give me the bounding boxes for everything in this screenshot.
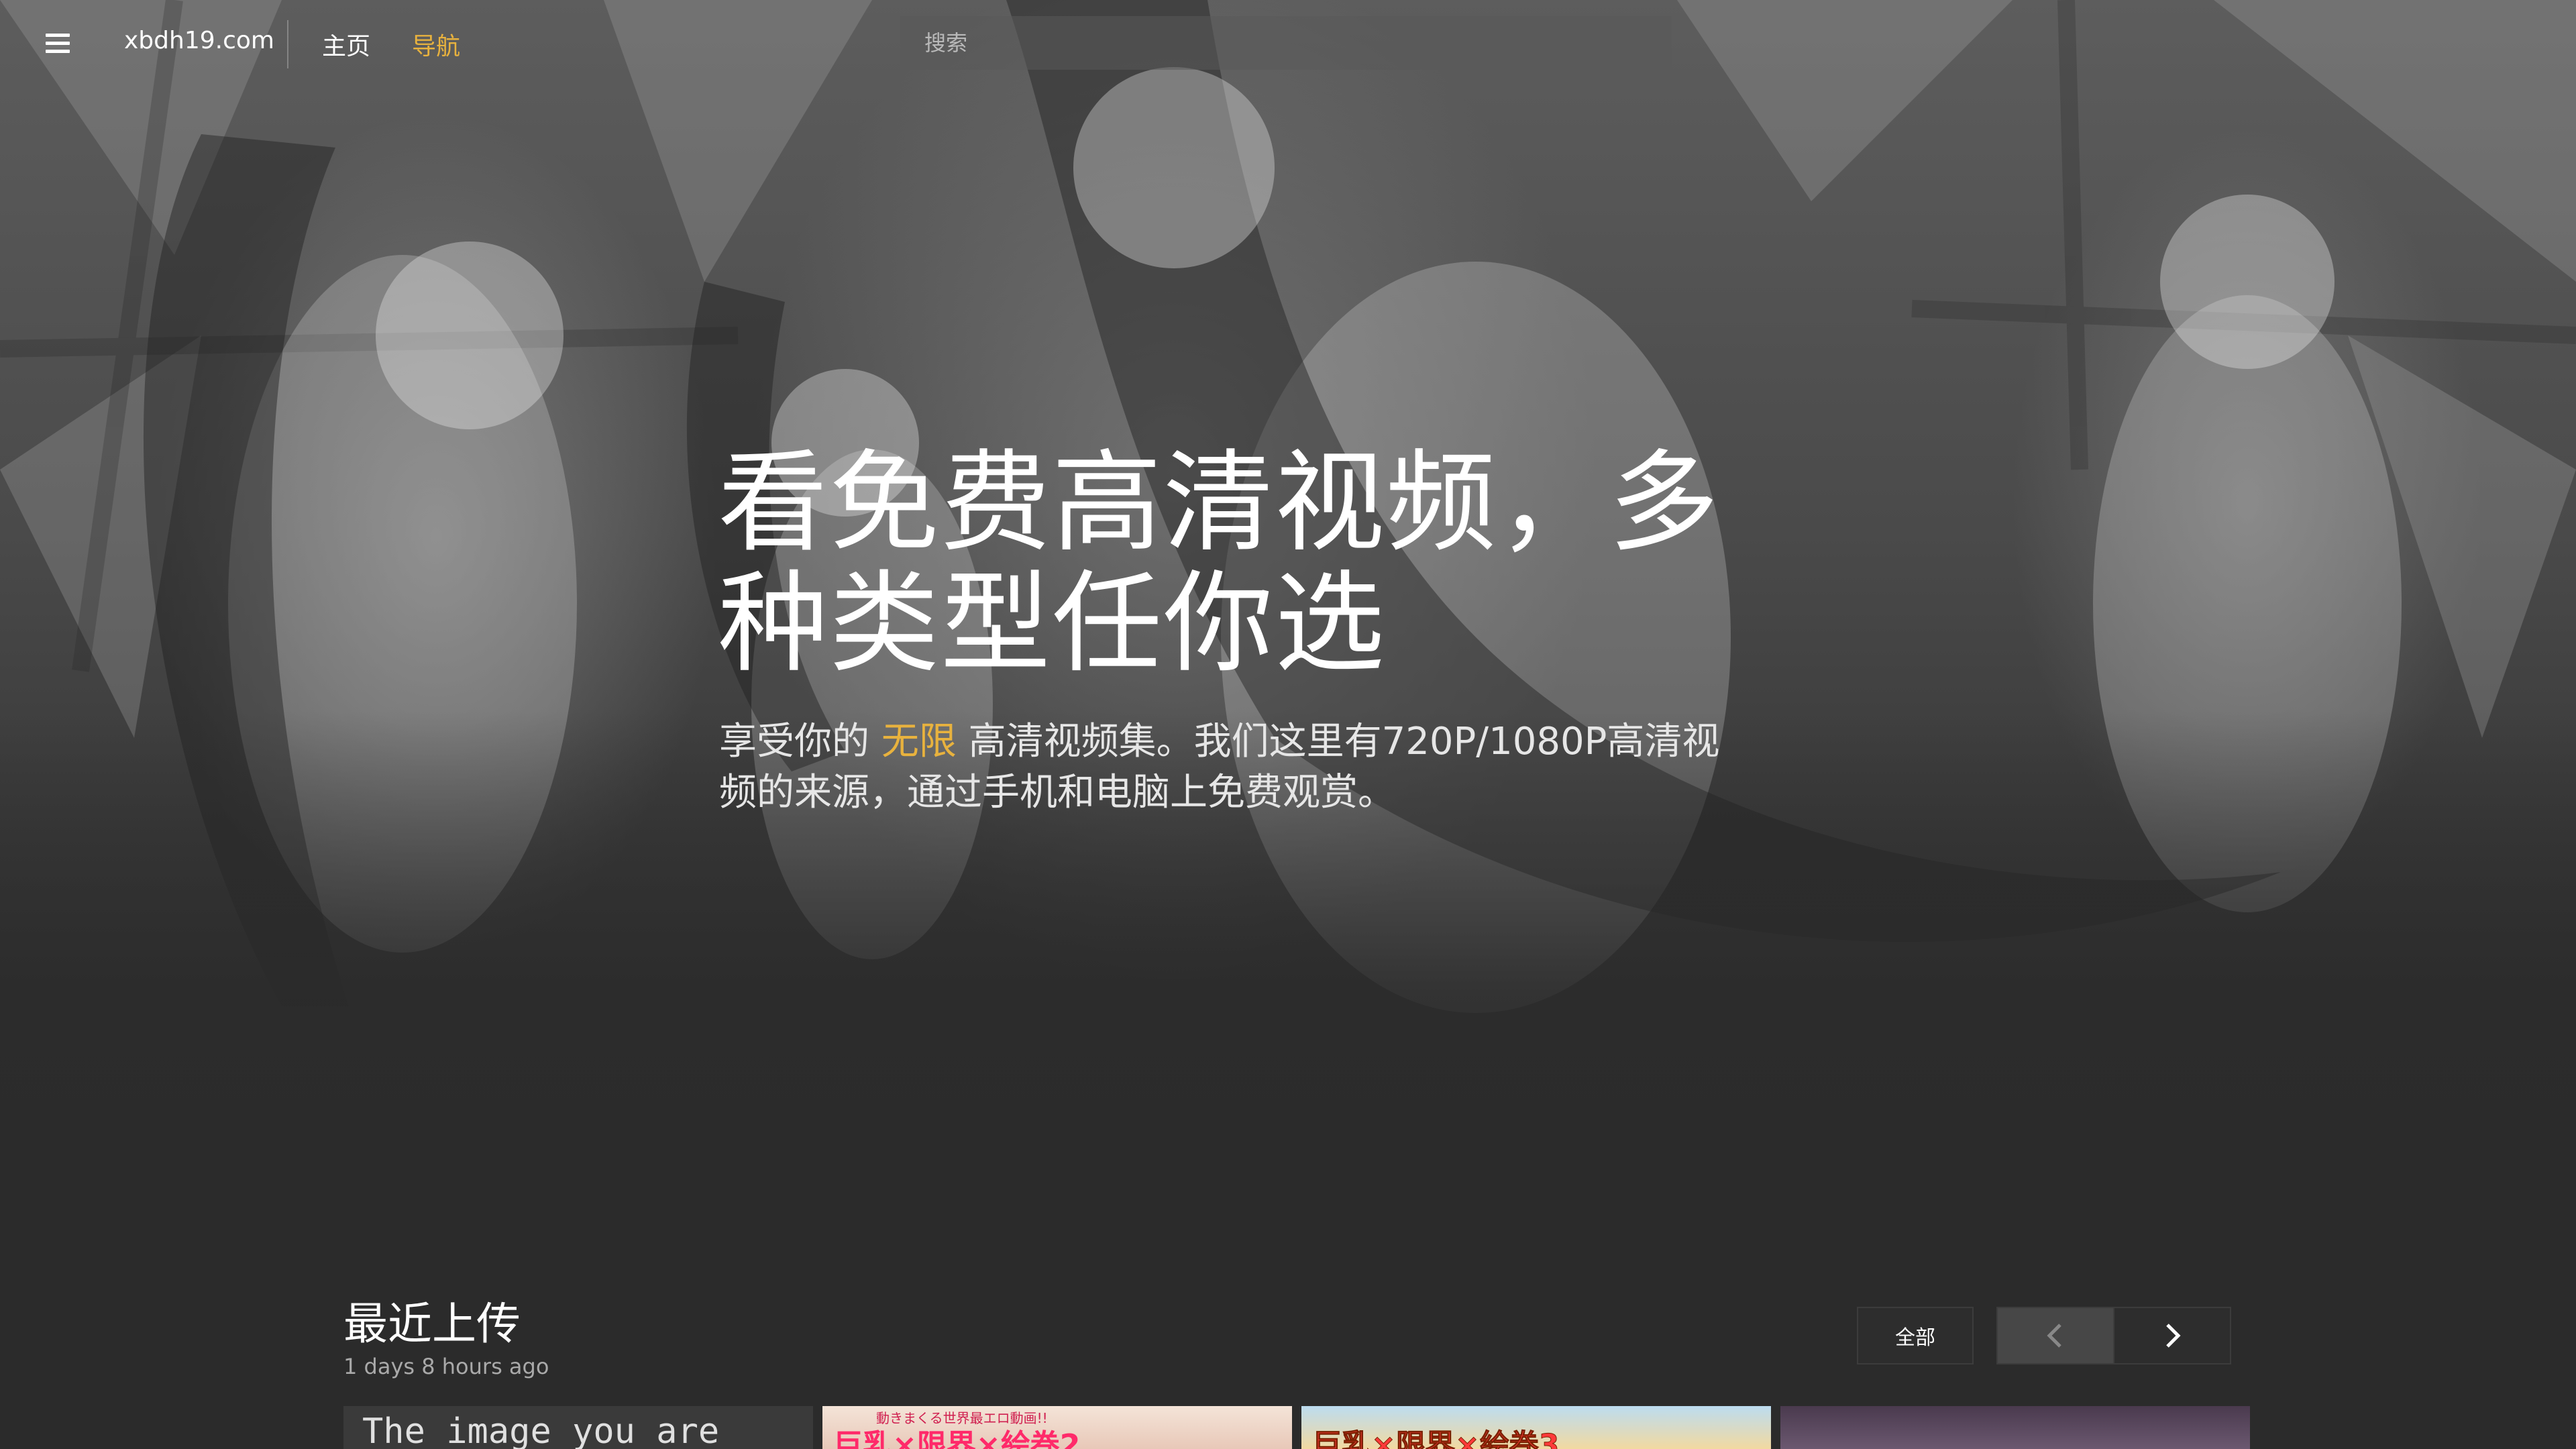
carousel-prev-button[interactable] <box>1996 1307 2114 1364</box>
hero-subtitle: 享受你的 无限 高清视频集。我们这里有720P/1080P高清视频的来源，通过手… <box>719 716 1752 818</box>
hero-title-line2: 种类型任你选 <box>718 559 1387 688</box>
hero-title-line1: 看免费高清视频，多 <box>718 439 1721 567</box>
video-thumbnail[interactable] <box>1780 1406 2250 1449</box>
view-all-button[interactable]: 全部 <box>1857 1307 1974 1364</box>
chevron-left-icon <box>2047 1324 2061 1348</box>
carousel-next-button[interactable] <box>2113 1307 2231 1364</box>
menu-icon[interactable] <box>39 27 76 59</box>
thumbnail-title: 巨乳×限界×絵巻3 <box>1311 1428 1560 1449</box>
nav-guide-link[interactable]: 导航 <box>412 27 460 62</box>
thumbnail-title: 巨乳×限界×絵巻2 <box>833 1428 1081 1449</box>
nav-home-link[interactable]: 主页 <box>322 27 370 62</box>
video-thumbnail[interactable]: 巨乳×限界×絵巻3 <box>1301 1406 1771 1449</box>
nav-divider <box>287 20 288 68</box>
chevron-right-icon <box>2166 1324 2181 1348</box>
top-navigation-bar: xbdh19.com 主页 导航 <box>0 0 2576 87</box>
search-input[interactable] <box>900 16 1672 70</box>
hero-subtitle-highlight: 无限 <box>881 720 957 763</box>
section-title-recent: 最近上传 <box>343 1298 521 1350</box>
hero-subtitle-after: 高清视频集。我们这里有720P/1080P高清视频的来源，通过手机和电脑上免费观… <box>719 720 1720 814</box>
hero-title: 看免费高清视频，多 种类型任你选 <box>718 443 1724 684</box>
video-thumbnail[interactable]: The image you are <box>343 1406 813 1449</box>
thumbnail-text: The image you are <box>362 1411 720 1449</box>
site-logo[interactable]: xbdh19.com <box>124 27 274 54</box>
video-thumbnail[interactable]: 動きまくる世界最エロ動画!! 巨乳×限界×絵巻2 <box>822 1406 1292 1449</box>
hero-subtitle-before: 享受你的 <box>719 720 869 763</box>
section-timestamp: 1 days 8 hours ago <box>343 1354 549 1379</box>
